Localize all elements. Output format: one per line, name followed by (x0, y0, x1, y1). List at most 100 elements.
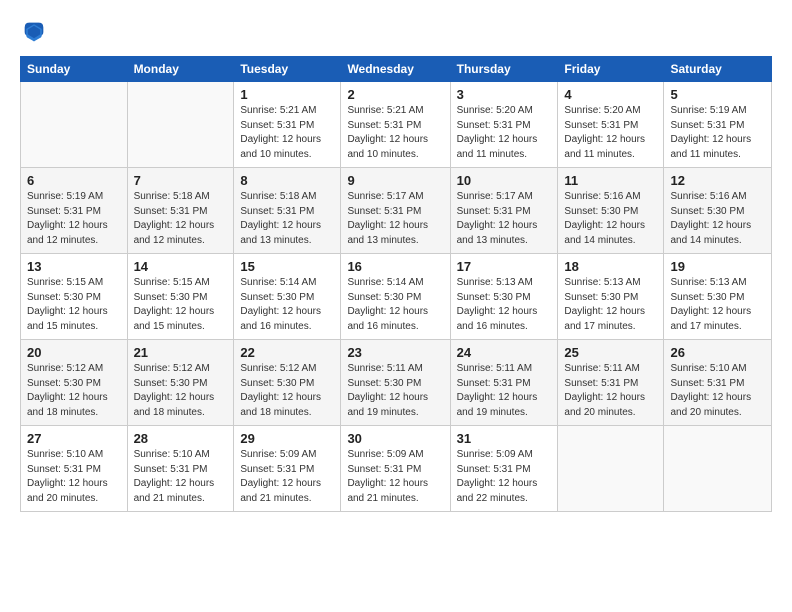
calendar-page: SundayMondayTuesdayWednesdayThursdayFrid… (0, 0, 792, 612)
day-number: 1 (240, 87, 334, 102)
calendar-week-row: 20 Sunrise: 5:12 AMSunset: 5:30 PMDayligh… (21, 340, 772, 426)
calendar-header-row: SundayMondayTuesdayWednesdayThursdayFrid… (21, 57, 772, 82)
day-number: 8 (240, 173, 334, 188)
day-of-week-header: Thursday (450, 57, 558, 82)
day-of-week-header: Monday (127, 57, 234, 82)
calendar-cell: 20 Sunrise: 5:12 AMSunset: 5:30 PMDayligh… (21, 340, 128, 426)
day-info: Sunrise: 5:18 AMSunset: 5:31 PMDaylight:… (134, 190, 228, 248)
day-number: 12 (670, 173, 765, 188)
day-number: 21 (134, 345, 228, 360)
calendar-cell: 3 Sunrise: 5:20 AMSunset: 5:31 PMDaylight… (450, 82, 558, 168)
day-info: Sunrise: 5:13 AMSunset: 5:30 PMDaylight:… (670, 276, 765, 334)
calendar-cell: 17 Sunrise: 5:13 AMSunset: 5:30 PMDayligh… (450, 254, 558, 340)
calendar-cell: 19 Sunrise: 5:13 AMSunset: 5:30 PMDayligh… (664, 254, 772, 340)
day-info: Sunrise: 5:16 AMSunset: 5:30 PMDaylight:… (670, 190, 765, 248)
day-info: Sunrise: 5:10 AMSunset: 5:31 PMDaylight:… (670, 362, 765, 420)
day-info: Sunrise: 5:11 AMSunset: 5:30 PMDaylight:… (347, 362, 443, 420)
calendar-cell: 16 Sunrise: 5:14 AMSunset: 5:30 PMDayligh… (341, 254, 450, 340)
day-number: 20 (27, 345, 121, 360)
day-info: Sunrise: 5:11 AMSunset: 5:31 PMDaylight:… (564, 362, 657, 420)
logo-icon (20, 18, 48, 46)
logo (20, 18, 52, 46)
day-info: Sunrise: 5:12 AMSunset: 5:30 PMDaylight:… (240, 362, 334, 420)
day-number: 19 (670, 259, 765, 274)
day-number: 6 (27, 173, 121, 188)
day-info: Sunrise: 5:21 AMSunset: 5:31 PMDaylight:… (240, 104, 334, 162)
day-number: 29 (240, 431, 334, 446)
day-info: Sunrise: 5:17 AMSunset: 5:31 PMDaylight:… (457, 190, 552, 248)
calendar-week-row: 13Sunrise: 5:15 AMSunset: 5:30 PMDayligh… (21, 254, 772, 340)
calendar-cell: 11Sunrise: 5:16 AMSunset: 5:30 PMDayligh… (558, 168, 664, 254)
calendar-week-row: 6 Sunrise: 5:19 AMSunset: 5:31 PMDaylight… (21, 168, 772, 254)
calendar-cell (21, 82, 128, 168)
day-number: 18 (564, 259, 657, 274)
day-info: Sunrise: 5:15 AMSunset: 5:30 PMDaylight:… (27, 276, 121, 334)
calendar-cell: 4 Sunrise: 5:20 AMSunset: 5:31 PMDaylight… (558, 82, 664, 168)
calendar-cell: 7 Sunrise: 5:18 AMSunset: 5:31 PMDaylight… (127, 168, 234, 254)
day-number: 22 (240, 345, 334, 360)
day-info: Sunrise: 5:14 AMSunset: 5:30 PMDaylight:… (347, 276, 443, 334)
day-number: 4 (564, 87, 657, 102)
header (20, 18, 772, 46)
calendar-cell: 25Sunrise: 5:11 AMSunset: 5:31 PMDayligh… (558, 340, 664, 426)
day-number: 15 (240, 259, 334, 274)
day-info: Sunrise: 5:11 AMSunset: 5:31 PMDaylight:… (457, 362, 552, 420)
day-number: 23 (347, 345, 443, 360)
day-number: 2 (347, 87, 443, 102)
day-info: Sunrise: 5:20 AMSunset: 5:31 PMDaylight:… (457, 104, 552, 162)
calendar-cell: 30Sunrise: 5:09 AMSunset: 5:31 PMDayligh… (341, 426, 450, 512)
day-of-week-header: Saturday (664, 57, 772, 82)
day-info: Sunrise: 5:12 AMSunset: 5:30 PMDaylight:… (134, 362, 228, 420)
calendar-cell: 28Sunrise: 5:10 AMSunset: 5:31 PMDayligh… (127, 426, 234, 512)
calendar-cell: 5 Sunrise: 5:19 AMSunset: 5:31 PMDaylight… (664, 82, 772, 168)
calendar-cell: 23 Sunrise: 5:11 AMSunset: 5:30 PMDayligh… (341, 340, 450, 426)
calendar-week-row: 1 Sunrise: 5:21 AMSunset: 5:31 PMDaylight… (21, 82, 772, 168)
day-number: 16 (347, 259, 443, 274)
calendar-cell: 29 Sunrise: 5:09 AMSunset: 5:31 PMDayligh… (234, 426, 341, 512)
day-number: 24 (457, 345, 552, 360)
day-number: 3 (457, 87, 552, 102)
day-number: 27 (27, 431, 121, 446)
calendar-cell: 24 Sunrise: 5:11 AMSunset: 5:31 PMDayligh… (450, 340, 558, 426)
day-of-week-header: Wednesday (341, 57, 450, 82)
day-number: 28 (134, 431, 228, 446)
day-info: Sunrise: 5:13 AMSunset: 5:30 PMDaylight:… (564, 276, 657, 334)
day-of-week-header: Sunday (21, 57, 128, 82)
day-number: 7 (134, 173, 228, 188)
day-number: 5 (670, 87, 765, 102)
day-info: Sunrise: 5:13 AMSunset: 5:30 PMDaylight:… (457, 276, 552, 334)
day-info: Sunrise: 5:10 AMSunset: 5:31 PMDaylight:… (27, 448, 121, 506)
day-info: Sunrise: 5:19 AMSunset: 5:31 PMDaylight:… (27, 190, 121, 248)
calendar-cell: 15 Sunrise: 5:14 AMSunset: 5:30 PMDayligh… (234, 254, 341, 340)
day-info: Sunrise: 5:21 AMSunset: 5:31 PMDaylight:… (347, 104, 443, 162)
calendar-cell: 27 Sunrise: 5:10 AMSunset: 5:31 PMDayligh… (21, 426, 128, 512)
calendar-cell: 1 Sunrise: 5:21 AMSunset: 5:31 PMDaylight… (234, 82, 341, 168)
day-info: Sunrise: 5:12 AMSunset: 5:30 PMDaylight:… (27, 362, 121, 420)
day-info: Sunrise: 5:14 AMSunset: 5:30 PMDaylight:… (240, 276, 334, 334)
calendar-cell: 14Sunrise: 5:15 AMSunset: 5:30 PMDayligh… (127, 254, 234, 340)
calendar-cell: 21 Sunrise: 5:12 AMSunset: 5:30 PMDayligh… (127, 340, 234, 426)
day-number: 14 (134, 259, 228, 274)
day-number: 10 (457, 173, 552, 188)
day-info: Sunrise: 5:19 AMSunset: 5:31 PMDaylight:… (670, 104, 765, 162)
calendar-cell: 9Sunrise: 5:17 AMSunset: 5:31 PMDaylight… (341, 168, 450, 254)
calendar-cell: 12 Sunrise: 5:16 AMSunset: 5:30 PMDayligh… (664, 168, 772, 254)
calendar-cell (127, 82, 234, 168)
calendar-cell: 22 Sunrise: 5:12 AMSunset: 5:30 PMDayligh… (234, 340, 341, 426)
day-info: Sunrise: 5:20 AMSunset: 5:31 PMDaylight:… (564, 104, 657, 162)
calendar-cell: 13Sunrise: 5:15 AMSunset: 5:30 PMDayligh… (21, 254, 128, 340)
calendar-cell: 2 Sunrise: 5:21 AMSunset: 5:31 PMDaylight… (341, 82, 450, 168)
day-number: 17 (457, 259, 552, 274)
day-info: Sunrise: 5:09 AMSunset: 5:31 PMDaylight:… (457, 448, 552, 506)
day-number: 31 (457, 431, 552, 446)
calendar-cell: 31 Sunrise: 5:09 AMSunset: 5:31 PMDayligh… (450, 426, 558, 512)
day-info: Sunrise: 5:09 AMSunset: 5:31 PMDaylight:… (240, 448, 334, 506)
day-info: Sunrise: 5:09 AMSunset: 5:31 PMDaylight:… (347, 448, 443, 506)
calendar-week-row: 27 Sunrise: 5:10 AMSunset: 5:31 PMDayligh… (21, 426, 772, 512)
day-number: 26 (670, 345, 765, 360)
calendar-cell: 6 Sunrise: 5:19 AMSunset: 5:31 PMDaylight… (21, 168, 128, 254)
calendar-cell: 10 Sunrise: 5:17 AMSunset: 5:31 PMDayligh… (450, 168, 558, 254)
day-of-week-header: Tuesday (234, 57, 341, 82)
day-number: 9 (347, 173, 443, 188)
day-number: 11 (564, 173, 657, 188)
